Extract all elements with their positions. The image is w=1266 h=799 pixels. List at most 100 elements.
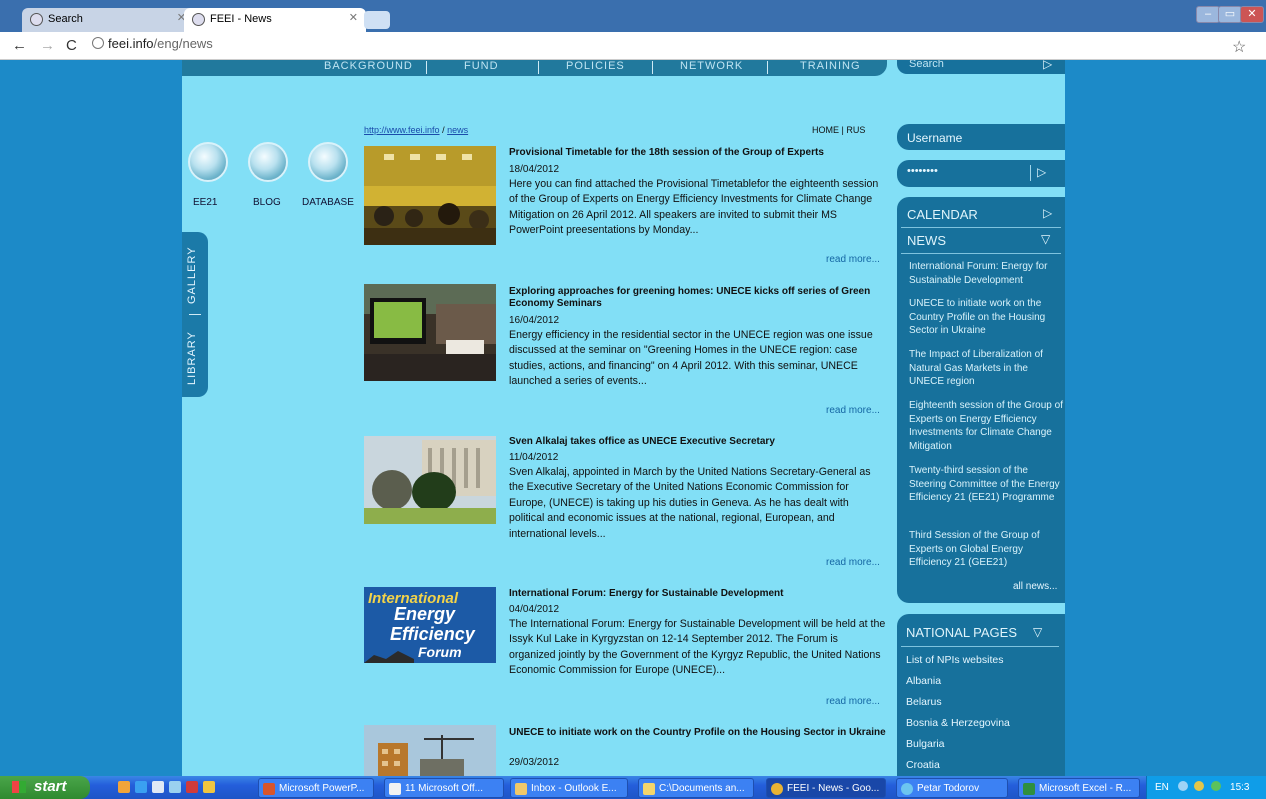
tray-icon[interactable] [1194,781,1205,791]
national-page-link[interactable]: Albania [906,675,941,687]
quicklaunch-icon[interactable] [186,781,198,793]
sidebar-news-item[interactable]: Twenty-third session of the Steering Com… [909,464,1064,505]
national-pages-heading[interactable]: NATIONAL PAGES [906,625,1017,640]
start-label: start [34,778,67,795]
nav-training[interactable]: TRAINING [800,60,861,72]
blog-link[interactable]: BLOG [253,197,281,208]
bookmark-star-icon[interactable]: ☆ [1232,37,1246,57]
database-link[interactable]: DATABASE [302,197,354,208]
ee21-link[interactable]: EE21 [193,197,217,208]
national-page-link[interactable]: Belarus [906,696,942,708]
library-tab[interactable]: LIBRARY [186,331,198,385]
search-input[interactable]: Search ▷ [897,60,1065,74]
sidebar-news-item[interactable]: The Impact of Liberalization of Natural … [909,348,1064,389]
forum-logo-image[interactable]: International Energy Efficiency Forum [364,587,496,663]
taskbar-item[interactable]: Microsoft Excel - R... [1018,778,1140,798]
quicklaunch-icon[interactable] [135,781,147,793]
excel-icon [1023,783,1035,795]
breadcrumb-site-link[interactable]: http://www.feei.info [364,125,440,135]
article-title[interactable]: Exploring approaches for greening homes:… [509,286,887,310]
taskbar-item[interactable]: 11 Microsoft Off... [384,778,504,798]
article-summary: The International Forum: Energy for Sust… [509,618,886,677]
article-image-meeting[interactable] [364,146,496,245]
taskbar-item[interactable]: Inbox - Outlook E... [510,778,628,798]
national-pages-toggle-icon[interactable]: ▽ [1033,625,1042,639]
sidebar-news-item[interactable]: Eighteenth session of the Group of Exper… [909,399,1064,453]
taskbar-item[interactable]: C:\Documents an... [638,778,754,798]
national-page-link[interactable]: Bulgaria [906,738,945,750]
article-title[interactable]: UNECE to initiate work on the Country Pr… [509,727,887,739]
browser-tab-search[interactable]: Search ✕ [22,8,194,32]
username-field[interactable]: Username [897,124,1065,150]
sidebar-news-item[interactable]: International Forum: Energy for Sustaina… [909,260,1064,287]
tray-icon[interactable] [1177,781,1188,791]
nav-network[interactable]: NETWORK [680,60,743,72]
article-title[interactable]: Sven Alkalaj takes office as UNECE Execu… [509,436,887,448]
nav-fund[interactable]: FUND [464,60,499,72]
blog-circle-button[interactable] [248,142,288,182]
password-field[interactable]: •••••••• ▷ [897,160,1065,187]
taskbar-item-active[interactable]: FEEI - News - Goo... [766,778,886,798]
all-news-link[interactable]: all news... [1013,581,1057,592]
breadcrumb: http://www.feei.info / news [364,125,468,135]
start-button[interactable]: start [0,776,90,799]
language-indicator[interactable]: EN [1155,782,1169,793]
article-date: 11/04/2012 [509,452,559,463]
minimize-button[interactable]: – [1196,6,1220,23]
tab-label: FEEI - News [210,13,272,25]
gallery-tab[interactable]: GALLERY [186,246,198,304]
taskbar-item-label: FEEI - News - Goo... [787,783,880,794]
breadcrumb-separator: / [442,125,445,135]
calendar-heading[interactable]: CALENDAR [907,207,978,222]
taskbar-item[interactable]: Petar Todorov [896,778,1008,798]
home-rus-links[interactable]: HOME | RUS [812,125,865,135]
new-tab-button[interactable] [364,11,390,29]
globe-icon [192,13,205,26]
read-more-link[interactable]: read more... [826,696,880,707]
reload-icon[interactable]: C [66,37,77,54]
article-title[interactable]: Provisional Timetable for the 18th sessi… [509,147,887,159]
quicklaunch-icon[interactable] [118,781,130,793]
breadcrumb-page-link[interactable]: news [447,125,468,135]
article-image-construction[interactable] [364,725,496,776]
sidebar-news-item[interactable]: Third Session of the Group of Experts on… [909,529,1064,570]
taskbar-item[interactable]: Microsoft PowerP... [258,778,374,798]
address-bar[interactable]: feei.info/eng/news [92,36,213,51]
national-page-link[interactable]: List of NPIs websites [906,654,1003,666]
read-more-link[interactable]: read more... [826,254,880,265]
search-go-icon[interactable]: ▷ [1043,60,1052,71]
article-image-palais[interactable] [364,436,496,524]
calendar-arrow-icon[interactable]: ▷ [1043,206,1052,220]
article-date: 04/04/2012 [509,604,560,615]
read-more-link[interactable]: read more... [826,405,880,416]
window-close-button[interactable]: ✕ [1240,6,1264,23]
national-page-link[interactable]: Croatia [906,759,940,771]
article-image-seminar[interactable] [364,284,496,381]
taskbar-item-label: Inbox - Outlook E... [531,783,617,794]
forward-icon[interactable]: → [40,37,55,54]
close-icon[interactable]: ✕ [349,11,358,24]
tray-icon[interactable] [1211,781,1222,791]
article-title[interactable]: International Forum: Energy for Sustaina… [509,588,887,600]
article-summary: Sven Alkalaj, appointed in March by the … [509,466,871,540]
back-icon[interactable]: ← [12,37,27,54]
quicklaunch-icon[interactable] [169,781,181,793]
login-arrow-icon[interactable]: ▷ [1037,165,1046,179]
nav-policies[interactable]: POLICIES [566,60,625,72]
database-circle-button[interactable] [308,142,348,182]
quicklaunch-icon[interactable] [203,781,215,793]
read-more-link[interactable]: read more... [826,557,880,568]
nav-background[interactable]: BACKGROUND [324,60,413,72]
news-heading[interactable]: NEWS [907,233,946,248]
browser-tab-news[interactable]: FEEI - News ✕ [184,8,366,32]
logo-line-forum: Forum [418,644,462,660]
article-date: 16/04/2012 [509,315,560,326]
ee21-circle-button[interactable] [188,142,228,182]
maximize-button[interactable]: ▭ [1218,6,1242,23]
sidebar-news-item[interactable]: UNECE to initiate work on the Country Pr… [909,297,1064,338]
news-toggle-icon[interactable]: ▽ [1041,232,1050,246]
clock: 15:3 [1230,782,1250,793]
national-page-link[interactable]: Bosnia & Herzegovina [906,717,1010,729]
taskbar-item-label: Microsoft PowerP... [279,783,365,794]
quicklaunch-icon[interactable] [152,781,164,793]
